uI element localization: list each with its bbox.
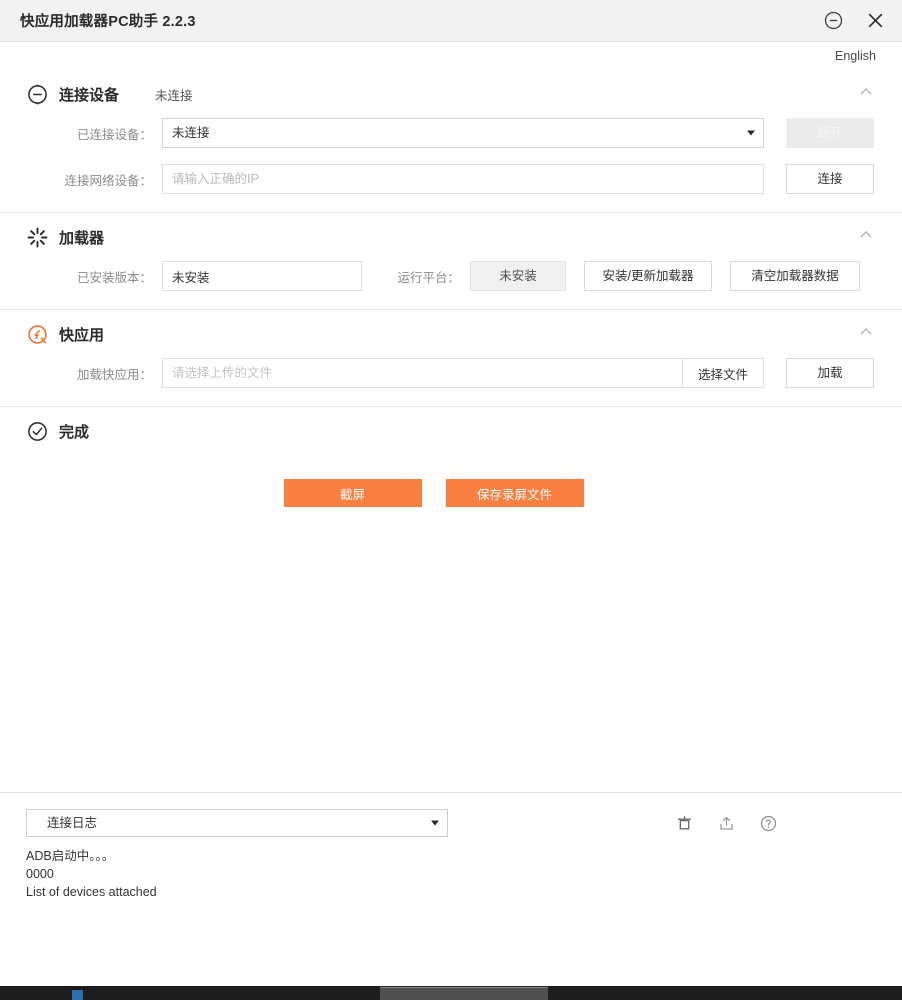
log-toolbar: 连接日志 <box>26 809 876 837</box>
taskbar-app-icon <box>72 990 83 1000</box>
install-update-loader-button[interactable]: 安装/更新加载器 <box>584 261 712 291</box>
file-path-input[interactable] <box>163 359 682 387</box>
connect-button[interactable]: 连接 <box>786 164 874 194</box>
chevron-up-icon <box>860 230 872 238</box>
help-button[interactable] <box>758 813 778 833</box>
connected-device-select[interactable]: 未连接 <box>162 118 764 148</box>
log-type-select-wrap: 连接日志 <box>26 809 448 837</box>
question-circle-icon <box>760 815 776 831</box>
log-type-select[interactable]: 连接日志 <box>26 809 448 837</box>
connect-device-header: 连接设备 未连接 <box>26 70 876 114</box>
finish-actions: 截屏 保存录屏文件 <box>26 479 876 507</box>
quickapp-collapse-toggle[interactable] <box>856 322 876 342</box>
window-controls <box>820 8 888 34</box>
circle-minus-icon <box>26 83 48 105</box>
log-action-icons <box>674 813 876 833</box>
load-button[interactable]: 加载 <box>786 358 874 388</box>
close-button[interactable] <box>862 8 888 34</box>
quickapp-body: 加载快应用： 选择文件 加载 <box>26 354 876 406</box>
loader-header: 加载器 <box>26 213 876 257</box>
disconnect-button[interactable]: 断开 <box>786 118 874 148</box>
installed-version-label: 已安装版本： <box>76 270 152 285</box>
close-x-icon <box>868 13 882 28</box>
chevron-up-icon <box>860 87 872 95</box>
taskbar-active-window[interactable] <box>380 987 548 1000</box>
circle-check-icon <box>26 420 48 442</box>
connected-device-label: 已连接设备： <box>76 127 152 142</box>
platform-value-field: 未安装 <box>470 261 566 291</box>
loader-row: 已安装版本： 运行平台： 未安装 安装/更新加载器 清空加载器数据 <box>26 261 876 291</box>
clear-log-button[interactable] <box>674 813 694 833</box>
network-device-label: 连接网络设备： <box>64 173 152 188</box>
save-screen-record-button[interactable]: 保存录屏文件 <box>445 479 584 507</box>
connect-device-title: 连接设备 <box>59 86 120 104</box>
loader-collapse-toggle[interactable] <box>856 225 876 245</box>
connect-device-body: 已连接设备： 未连接 断开 连接网络设备： 连接 <box>26 114 876 212</box>
quickapp-logo-icon <box>26 323 48 345</box>
loader-body: 已安装版本： 运行平台： 未安装 安装/更新加载器 清空加载器数据 <box>26 257 876 309</box>
section-connect-device: 连接设备 未连接 已连接设备： 未连接 断开 连接网络设备： 连接 <box>0 70 902 213</box>
language-row: English <box>0 42 902 70</box>
connected-device-select-wrap: 未连接 <box>162 118 764 148</box>
choose-file-button[interactable]: 选择文件 <box>681 359 763 387</box>
export-log-button[interactable] <box>716 813 736 833</box>
section-loader: 加载器 已安装版本： 运行平台： 未安装 安装/更新加载器 清空加载器数据 <box>0 213 902 310</box>
connected-device-row: 已连接设备： 未连接 断开 <box>26 118 876 148</box>
quickapp-header: 快应用 <box>26 310 876 354</box>
log-section: 连接日志 ADB启动中。。。 0000 List of devices atta… <box>0 792 902 1000</box>
language-switch-link[interactable]: English <box>835 49 876 63</box>
quickapp-title: 快应用 <box>59 326 105 344</box>
upload-icon <box>719 816 733 830</box>
load-quickapp-label: 加载快应用： <box>76 367 152 382</box>
network-device-row: 连接网络设备： 连接 <box>26 164 876 194</box>
section-quickapp: 快应用 加载快应用： 选择文件 加载 <box>0 310 902 407</box>
connect-device-collapse-toggle[interactable] <box>856 82 876 102</box>
finish-header: 完成 <box>26 407 876 451</box>
spinner-icon <box>26 226 48 248</box>
screenshot-button[interactable]: 截屏 <box>283 479 422 507</box>
trash-icon <box>677 815 691 829</box>
title-bar: 快应用加载器PC助手 2.2.3 <box>0 0 902 42</box>
circle-minus-icon <box>824 11 842 30</box>
minimize-button[interactable] <box>820 8 846 34</box>
section-finish: 完成 截屏 保存录屏文件 <box>0 407 902 792</box>
app-window: 快应用加载器PC助手 2.2.3 English 连接设备 未连接 已连接设备：… <box>0 0 902 1000</box>
window-title: 快应用加载器PC助手 2.2.3 <box>20 14 196 30</box>
network-device-input[interactable] <box>162 164 764 194</box>
load-quickapp-row: 加载快应用： 选择文件 加载 <box>26 358 876 388</box>
log-output: ADB启动中。。。 0000 List of devices attached <box>26 849 157 899</box>
installed-version-input[interactable] <box>162 261 362 291</box>
platform-label: 运行平台： <box>397 270 460 285</box>
connect-device-status: 未连接 <box>155 88 193 103</box>
clear-loader-data-button[interactable]: 清空加载器数据 <box>730 261 860 291</box>
loader-title: 加载器 <box>59 229 105 247</box>
finish-title: 完成 <box>59 423 90 441</box>
os-taskbar <box>0 986 902 1000</box>
file-picker: 选择文件 <box>162 358 764 388</box>
chevron-up-icon <box>860 327 872 335</box>
